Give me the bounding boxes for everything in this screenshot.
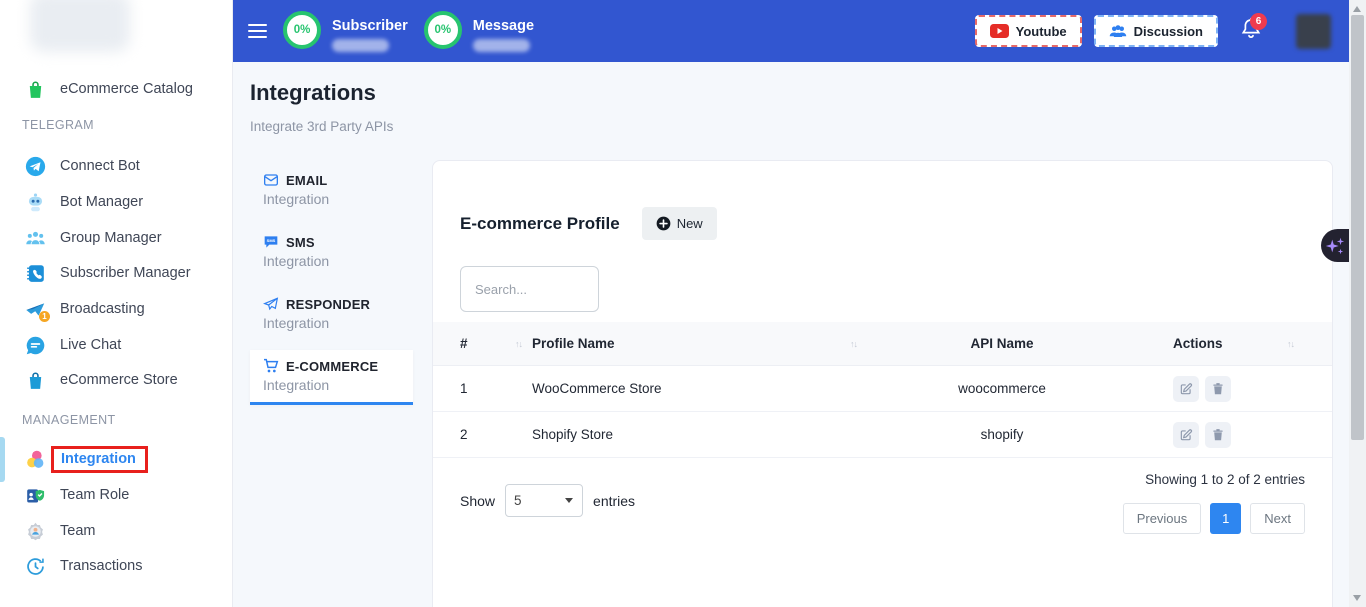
sort-icon[interactable]: ↑↓ [515,339,522,349]
app-logo [30,0,130,52]
svg-text:SMS: SMS [267,238,276,243]
subscriber-count-blurred [332,39,389,52]
entries-summary: Showing 1 to 2 of 2 entries [1123,472,1305,487]
subnav-sms-integration[interactable]: SMS SMS Integration [250,226,413,278]
broadcast-plane-icon: 1 [24,298,46,320]
sidebar-item-live-chat[interactable]: Live Chat [0,328,233,362]
table-row: 1 WooCommerce Store woocommerce [433,366,1332,412]
trash-icon [1211,428,1225,442]
color-circles-icon [24,448,46,470]
subnav-email-integration[interactable]: EMAIL Integration [250,164,413,216]
sidebar-section-telegram: TELEGRAM [22,118,94,132]
sidebar-item-group-manager[interactable]: Group Manager [0,221,233,255]
sparkles-icon [1324,234,1346,258]
scroll-up-arrow[interactable] [1353,6,1361,12]
user-avatar[interactable] [1296,14,1331,49]
trash-icon [1211,382,1225,396]
hamburger-menu-icon[interactable] [248,20,267,42]
subnav-ecommerce-integration[interactable]: E-COMMERCE Integration [250,350,413,405]
telegram-plane-icon [24,155,46,177]
sidebar-item-team-role[interactable]: Team Role [0,478,233,512]
message-progress-circle: 0% [424,11,462,49]
sidebar-item-ecommerce-store[interactable]: eCommerce Store [0,363,233,397]
shopping-bag-blue-icon [24,369,46,391]
integration-highlight-box: Integration [51,446,148,473]
send-plane-icon [263,296,279,312]
sort-icon[interactable]: ↑↓ [850,339,857,349]
users-icon [1109,24,1127,38]
page-title: Integrations [250,80,376,106]
scroll-down-arrow[interactable] [1353,595,1361,601]
table-header-row: # ↑↓ Profile Name ↑↓ API Name Actions ↑↓ [433,322,1332,366]
edit-button[interactable] [1173,422,1199,448]
col-num: # [460,336,468,351]
robot-icon [24,191,46,213]
pagination: Previous 1 Next [1123,503,1305,534]
previous-page-button[interactable]: Previous [1123,503,1202,534]
sidebar-item-bot-manager[interactable]: Bot Manager [0,185,233,219]
sidebar-section-management: MANAGEMENT [22,413,116,427]
edit-pencil-icon [1179,382,1193,396]
id-badge-shield-icon [24,484,46,506]
page-subtitle: Integrate 3rd Party APIs [250,119,393,134]
col-actions: Actions [1173,336,1223,351]
col-api-name: API Name [867,336,1137,351]
message-stat-label: Message [473,18,534,34]
top-header: 0% Subscriber 0% Message Youtube Discuss… [233,0,1349,62]
sort-icon[interactable]: ↑↓ [1287,339,1294,349]
ai-assistant-button[interactable] [1321,229,1349,262]
delete-button[interactable] [1205,422,1231,448]
page-size-select[interactable]: 5 [505,484,583,517]
integration-subnav: EMAIL Integration SMS SMS Integration RE… [250,164,413,415]
message-count-blurred [473,39,530,52]
edit-pencil-icon [1179,428,1193,442]
scrollbar-thumb[interactable] [1351,15,1364,440]
sidebar-item-ecommerce-catalog[interactable]: eCommerce Catalog [0,72,233,106]
broadcast-badge: 1 [39,311,50,322]
panel-title: E-commerce Profile [460,214,620,234]
sidebar-item-connect-bot[interactable]: Connect Bot [0,149,233,183]
ecommerce-profile-card: E-commerce Profile New # ↑↓ Profile Name ↑… [432,160,1333,607]
chat-bubble-icon [24,334,46,356]
contact-book-icon [24,262,46,284]
page-scrollbar[interactable] [1349,0,1366,607]
subscriber-progress-circle: 0% [283,11,321,49]
shopping-cart-icon [263,358,279,374]
sidebar-item-team[interactable]: Team [0,514,233,548]
notifications-bell[interactable]: 6 [1240,17,1262,46]
new-profile-button[interactable]: New [642,207,717,240]
message-stat: 0% Message [424,11,534,52]
sidebar: eCommerce Catalog TELEGRAM Connect Bot B… [0,0,233,607]
col-profile-name: Profile Name [532,336,615,351]
envelope-icon [263,172,279,188]
sms-bubble-icon: SMS [263,234,279,250]
page-size-control: Show 5 entries [460,484,635,517]
sidebar-item-integration[interactable]: Integration [0,442,233,476]
youtube-button[interactable]: Youtube [975,15,1082,47]
show-label: Show [460,493,495,509]
delete-button[interactable] [1205,376,1231,402]
search-input[interactable] [460,266,599,312]
history-clock-icon [24,555,46,577]
discussion-button[interactable]: Discussion [1094,15,1218,47]
group-people-icon [24,227,46,249]
subscriber-stat-label: Subscriber [332,18,408,34]
next-page-button[interactable]: Next [1250,503,1305,534]
edit-button[interactable] [1173,376,1199,402]
subscriber-stat: 0% Subscriber [283,11,408,52]
sidebar-item-broadcasting[interactable]: 1 Broadcasting [0,292,233,326]
youtube-icon [990,24,1009,38]
profiles-table: # ↑↓ Profile Name ↑↓ API Name Actions ↑↓ 1 … [433,322,1332,458]
sidebar-item-subscriber-manager[interactable]: Subscriber Manager [0,256,233,290]
plus-circle-icon [656,216,671,231]
sidebar-item-transactions[interactable]: Transactions [0,549,233,583]
main-content: Integrations Integrate 3rd Party APIs EM… [233,62,1349,607]
table-row: 2 Shopify Store shopify [433,412,1332,458]
gear-person-icon [24,520,46,542]
shopping-bag-green-icon [24,78,46,100]
entries-label: entries [593,493,635,509]
subnav-responder-integration[interactable]: RESPONDER Integration [250,288,413,340]
notification-count-badge: 6 [1250,13,1267,30]
current-page-button[interactable]: 1 [1210,503,1241,534]
